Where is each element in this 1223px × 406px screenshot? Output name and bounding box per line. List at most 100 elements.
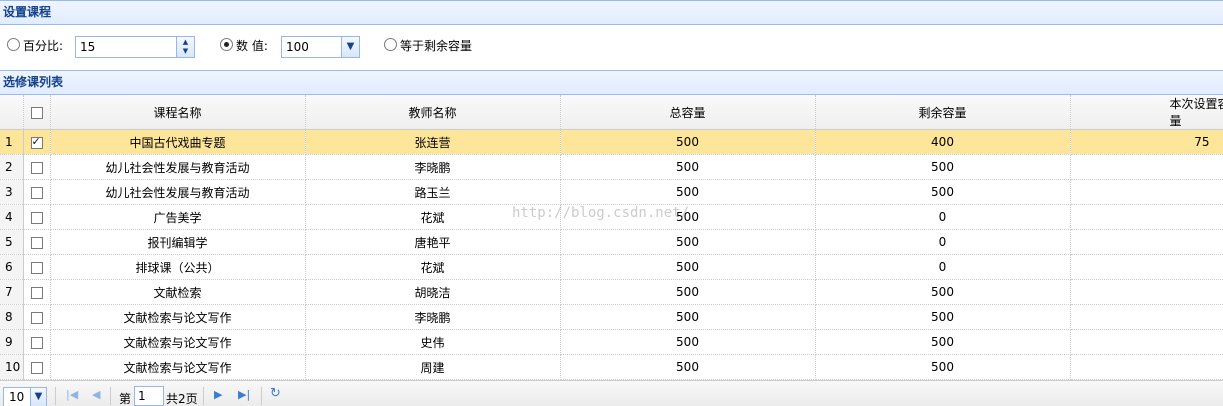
table-row[interactable]: 9 文献检索与论文写作 史伟 500 500 — [0, 329, 1223, 355]
total-capacity-cell: 500 — [560, 254, 816, 280]
number-value: 100 — [286, 40, 309, 54]
remaining-radio[interactable] — [384, 38, 397, 51]
set-capacity-cell — [1070, 179, 1223, 205]
row-checkbox-cell[interactable] — [23, 154, 51, 180]
row-number: 2 — [0, 154, 24, 180]
select-all-header[interactable] — [23, 95, 51, 130]
set-capacity-cell — [1070, 204, 1223, 230]
remaining-capacity-cell: 0 — [815, 254, 1071, 280]
chevron-down-icon[interactable]: ▼ — [30, 388, 46, 406]
page-total: 共2页 — [166, 392, 198, 406]
set-capacity-cell — [1070, 354, 1223, 380]
page-size-select[interactable]: 10 ▼ — [3, 387, 47, 406]
percent-label: 百分比: — [23, 39, 64, 53]
set-capacity-cell — [1070, 254, 1223, 280]
row-checkbox[interactable] — [30, 261, 43, 274]
percent-input[interactable]: 15 ▲ ▼ — [75, 36, 195, 58]
number-select[interactable]: 100 ▼ — [281, 36, 360, 58]
row-checkbox[interactable] — [30, 186, 43, 199]
table-row[interactable]: 1 中国古代戏曲专题张连营50040075 — [0, 129, 1223, 155]
teacher-name-cell: 花斌 — [305, 204, 561, 230]
teacher-name-cell: 周建 — [305, 354, 561, 380]
course-name-cell: 文献检索与论文写作 — [50, 304, 306, 330]
row-checkbox-cell[interactable] — [23, 254, 51, 280]
teacher-name-cell: 李晓鹏 — [305, 304, 561, 330]
select-all-checkbox[interactable] — [30, 106, 43, 119]
table-row[interactable]: 4 广告美学 花斌 500 0 — [0, 204, 1223, 230]
row-checkbox-cell[interactable] — [23, 204, 51, 230]
table-row[interactable]: 2 幼儿社会性发展与教育活动 李晓鹏 500 500 — [0, 154, 1223, 180]
page-number-input[interactable]: 1 — [134, 386, 164, 406]
percent-value: 15 — [80, 40, 96, 54]
chevron-down-icon[interactable]: ▼ — [341, 37, 359, 57]
row-number-header — [0, 95, 24, 130]
row-checkbox-cell[interactable] — [23, 304, 51, 330]
set-capacity-cell — [1070, 279, 1223, 305]
course-grid: 课程名称 教师名称 总容量 剩余容量 本次设置容量 1中国古代戏曲专题张连营50… — [0, 95, 1223, 380]
total-capacity-cell: 500 — [560, 229, 816, 255]
table-row[interactable]: 5 报刊编辑学 唐艳平 500 0 — [0, 229, 1223, 255]
course-name-cell: 文献检索 — [50, 279, 306, 305]
row-number: 4 — [0, 204, 24, 230]
first-page-icon[interactable]: |◀ — [66, 388, 78, 401]
column-header-total[interactable]: 总容量 — [560, 95, 816, 130]
remaining-capacity-cell: 500 — [815, 329, 1071, 355]
set-capacity-cell — [1070, 329, 1223, 355]
course-name-cell: 报刊编辑学 — [50, 229, 306, 255]
row-number: 5 — [0, 229, 24, 255]
course-name-cell: 幼儿社会性发展与教育活动 — [50, 154, 306, 180]
row-number: 10 — [0, 354, 24, 380]
row-checkbox[interactable] — [30, 236, 43, 249]
row-checkbox-cell[interactable] — [23, 229, 51, 255]
refresh-icon[interactable]: ↻ — [270, 386, 281, 401]
row-checkbox-cell[interactable] — [23, 354, 51, 380]
table-row[interactable]: 6 排球课（公共） 花斌 500 0 — [0, 254, 1223, 280]
set-capacity-cell — [1070, 229, 1223, 255]
table-row[interactable]: 3 幼儿社会性发展与教育活动 路玉兰 500 500 — [0, 179, 1223, 205]
next-page-icon[interactable]: ▶ — [214, 388, 222, 401]
total-capacity-cell: 500 — [560, 279, 816, 305]
row-number: 9 — [0, 329, 24, 355]
teacher-name-cell: 李晓鹏 — [305, 154, 561, 180]
course-name-cell: 文献检索与论文写作 — [50, 329, 306, 355]
total-capacity-cell: 500 — [560, 204, 816, 230]
table-row[interactable]: 10 文献检索与论文写作 周建 500 500 — [0, 354, 1223, 380]
page-prefix: 第 — [119, 392, 132, 406]
row-checkbox[interactable] — [30, 361, 43, 374]
table-row[interactable]: 8 文献检索与论文写作 李晓鹏 500 500 — [0, 304, 1223, 330]
row-checkbox[interactable] — [30, 286, 43, 299]
percent-radio[interactable] — [7, 38, 20, 51]
row-checkbox-cell[interactable] — [23, 279, 51, 305]
pager-divider — [203, 387, 204, 405]
row-number: 3 — [0, 179, 24, 205]
row-checkbox[interactable] — [30, 336, 43, 349]
course-name-cell: 文献检索与论文写作 — [50, 354, 306, 380]
row-checkbox[interactable] — [30, 161, 43, 174]
total-capacity-cell: 500 — [560, 304, 816, 330]
number-radio[interactable] — [220, 38, 233, 51]
column-header-teacher[interactable]: 教师名称 — [305, 95, 561, 130]
row-number: 1 — [0, 129, 24, 155]
number-label: 数 值: — [236, 39, 268, 53]
column-header-course[interactable]: 课程名称 — [50, 95, 306, 130]
row-checkbox[interactable] — [30, 135, 43, 149]
row-checkbox[interactable] — [30, 311, 43, 324]
teacher-name-cell: 史伟 — [305, 329, 561, 355]
prev-page-icon[interactable]: ◀ — [92, 388, 100, 401]
table-row[interactable]: 7 文献检索 胡晓洁 500 500 — [0, 279, 1223, 305]
set-capacity-cell: 75 — [1070, 129, 1223, 155]
row-checkbox-cell[interactable] — [23, 179, 51, 205]
pager-divider — [261, 387, 262, 405]
percent-spinner[interactable]: ▲ ▼ — [176, 37, 194, 57]
list-panel-title: 选修课列表 — [0, 70, 1223, 95]
teacher-name-cell: 张连营 — [305, 129, 561, 155]
last-page-icon[interactable]: ▶| — [238, 388, 250, 401]
row-checkbox-cell[interactable] — [23, 329, 51, 355]
row-checkbox[interactable] — [30, 211, 43, 224]
row-checkbox-cell[interactable] — [23, 129, 51, 155]
column-header-remaining[interactable]: 剩余容量 — [815, 95, 1071, 130]
column-header-set-capacity[interactable]: 本次设置容量 — [1070, 95, 1223, 130]
settings-row: 百分比: 15 ▲ ▼ 数 值: 100 ▼ 等于剩余容量 — [0, 25, 1223, 70]
remaining-capacity-cell: 400 — [815, 129, 1071, 155]
teacher-name-cell: 胡晓洁 — [305, 279, 561, 305]
